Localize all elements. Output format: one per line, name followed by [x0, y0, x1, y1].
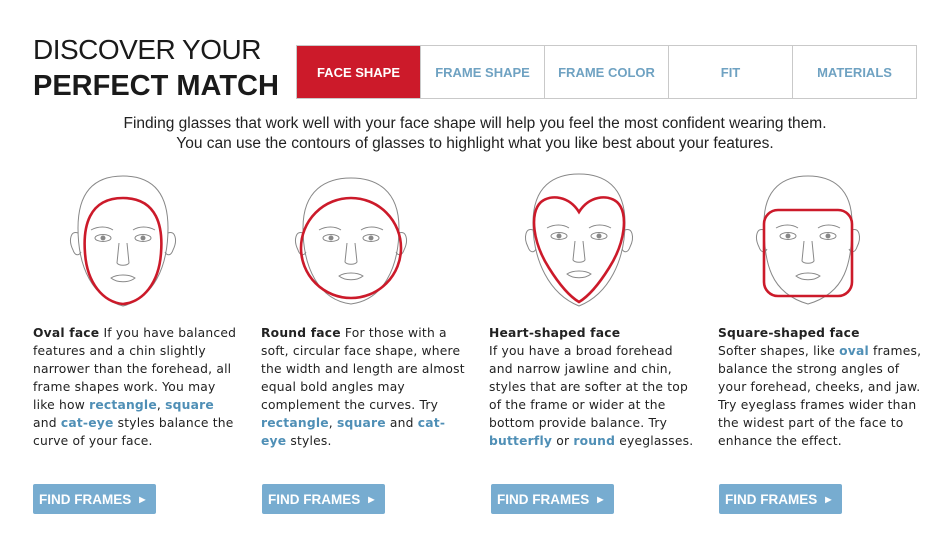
- heart-face-illustration: [525, 173, 633, 307]
- desc-text: ,: [156, 398, 166, 412]
- desc-text: and: [385, 416, 418, 430]
- play-arrow-icon: ▶: [368, 494, 375, 504]
- desc-text: frames, balance the strong angles of you…: [718, 344, 922, 448]
- round-face-heading: Round face: [261, 326, 341, 340]
- intro-text: Finding glasses that work well with your…: [0, 114, 950, 154]
- tab-bar: FACE SHAPE FRAME SHAPE FRAME COLOR FIT M…: [296, 45, 917, 99]
- square-face-illustration: [756, 175, 860, 305]
- link-oval[interactable]: oval: [839, 344, 869, 358]
- face-card-oval: Oval face If you have balanced features …: [33, 168, 238, 450]
- oval-face-heading: Oval face: [33, 326, 100, 340]
- desc-text: ,: [328, 416, 338, 430]
- face-card-square: Square-shaped face Softer shapes, like ov…: [718, 168, 923, 450]
- oval-face-illustration: [70, 175, 176, 307]
- find-frames-button-oval[interactable]: FIND FRAMES ▶: [33, 484, 156, 514]
- desc-text: If you have a broad forehead and narrow …: [489, 344, 688, 430]
- find-frames-button-heart[interactable]: FIND FRAMES ▶: [491, 484, 614, 514]
- tab-face-shape[interactable]: FACE SHAPE: [297, 46, 420, 98]
- square-face-heading: Square-shaped face: [718, 326, 860, 340]
- desc-text: styles.: [286, 434, 332, 448]
- find-frames-label: FIND FRAMES: [39, 491, 132, 507]
- heart-face-heading: Heart-shaped face: [489, 326, 621, 340]
- intro-line1: Finding glasses that work well with your…: [123, 115, 827, 132]
- page-title-line1: DISCOVER YOUR: [33, 34, 261, 65]
- find-frames-label: FIND FRAMES: [268, 491, 361, 507]
- intro-line2: You can use the contours of glasses to h…: [176, 135, 774, 152]
- tab-materials[interactable]: MATERIALS: [792, 46, 916, 98]
- desc-text: eyeglasses.: [615, 434, 694, 448]
- find-frames-label: FIND FRAMES: [725, 491, 818, 507]
- play-arrow-icon: ▶: [597, 494, 604, 504]
- play-arrow-icon: ▶: [825, 494, 832, 504]
- play-arrow-icon: ▶: [139, 494, 146, 504]
- round-face-description: Round face For those with a soft, circul…: [261, 324, 466, 450]
- find-frames-button-square[interactable]: FIND FRAMES ▶: [719, 484, 842, 514]
- face-card-heart: Heart-shaped face If you have a broad for…: [489, 168, 694, 450]
- link-rectangle[interactable]: rectangle: [89, 398, 157, 412]
- find-frames-label: FIND FRAMES: [497, 491, 590, 507]
- link-square[interactable]: square: [165, 398, 214, 412]
- desc-text: and: [33, 416, 61, 430]
- link-butterfly[interactable]: butterfly: [489, 434, 552, 448]
- tab-fit[interactable]: FIT: [668, 46, 792, 98]
- oval-face-description: Oval face If you have balanced features …: [33, 324, 238, 450]
- find-frames-button-round[interactable]: FIND FRAMES ▶: [262, 484, 385, 514]
- heart-face-description: Heart-shaped face If you have a broad for…: [489, 324, 694, 450]
- tab-frame-shape[interactable]: FRAME SHAPE: [420, 46, 544, 98]
- desc-text: Softer shapes, like: [718, 344, 840, 358]
- page-title-line2: PERFECT MATCH: [33, 70, 279, 102]
- link-rectangle[interactable]: rectangle: [261, 416, 329, 430]
- tab-frame-color[interactable]: FRAME COLOR: [544, 46, 668, 98]
- page-header: DISCOVER YOUR PERFECT MATCH: [33, 34, 279, 104]
- round-face-illustration: [295, 177, 407, 305]
- face-card-round: Round face For those with a soft, circul…: [261, 168, 466, 450]
- link-cat-eye[interactable]: cat-eye: [61, 416, 114, 430]
- desc-text: or: [552, 434, 574, 448]
- link-square[interactable]: square: [337, 416, 386, 430]
- square-face-description: Square-shaped face Softer shapes, like ov…: [718, 324, 923, 450]
- link-round[interactable]: round: [573, 434, 615, 448]
